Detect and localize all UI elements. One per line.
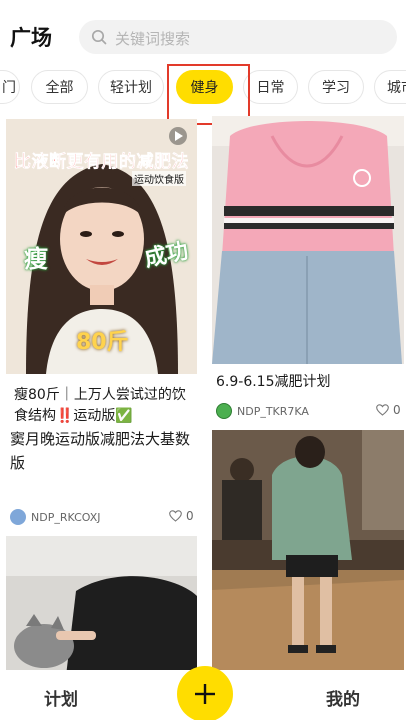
tab-label: 门 [2,80,16,96]
tab-label: 城市 [387,80,406,96]
avatar [216,403,232,419]
post-author[interactable]: NDP_TKR7KA [216,403,309,419]
post-title: 窦月晚运动版减肥法大基数版 [10,430,191,472]
image-left-word: 瘦 [24,245,48,273]
tab-label: 学习 [322,80,350,96]
post-title: 瘦80斤｜上万人尝试过的饮食结构‼️运动版✅ [14,387,186,424]
search-placeholder: 关键词搜索 [115,30,191,48]
tab-daily[interactable]: 日常 [243,70,298,104]
header: 广场 关键词搜索 [0,0,406,66]
post-photo [6,536,197,670]
post-author[interactable]: NDP_RKCOXJ [10,509,101,525]
image-headline: 比液断更有用的减肥法 [14,152,189,173]
post-title: 6.9-6.15减肥计划 [216,374,331,390]
image-bottom-word: 80斤 [76,330,129,355]
heart-icon [169,510,182,522]
post-card[interactable] [6,536,197,670]
page-title: 广场 [10,26,52,50]
image-tag: 运动饮食版 [132,171,186,186]
tab-label: 日常 [256,80,285,96]
tab-study[interactable]: 学习 [308,70,364,104]
like-count: 0 [393,403,401,417]
author-name: NDP_RKCOXJ [31,510,101,524]
post-feed: 比液断更有用的减肥法 运动饮食版 瘦 成功 80斤 瘦80斤｜上万人尝试过的饮食… [0,114,406,670]
post-card[interactable]: 6.9-6.15减肥计划 NDP_TKR7KA 0 [212,116,404,421]
tab-label: 全部 [45,80,74,96]
like-button[interactable]: 0 [376,403,401,417]
heart-icon [376,404,389,416]
tab-city[interactable]: 城市 [374,70,406,104]
post-card[interactable]: 窦月晚运动版减肥法大基数版 NDP_RKCOXJ 0 [6,427,197,537]
avatar [10,509,26,525]
tab-label: 轻计划 [110,80,152,96]
post-image: 比液断更有用的减肥法 运动饮食版 瘦 成功 80斤 [6,119,197,374]
search-bar[interactable]: 关键词搜索 [79,20,397,54]
nav-me[interactable]: 我的 [326,685,360,710]
square-page: 广场 关键词搜索 门 全部 轻计划 健身 日常 学习 城市 [0,0,406,720]
like-button[interactable]: 0 [169,509,194,523]
plus-icon [195,684,215,704]
tab-cut-off[interactable]: 门 [0,70,20,104]
tab-light-plan[interactable]: 轻计划 [98,70,164,104]
search-icon [91,29,107,45]
post-card[interactable] [212,430,404,670]
tab-all[interactable]: 全部 [31,70,88,104]
add-button[interactable] [177,666,233,720]
nav-plan[interactable]: 计划 [44,685,78,710]
author-name: NDP_TKR7KA [237,404,309,418]
post-photo [212,430,404,670]
like-count: 0 [186,509,194,523]
post-photo [212,116,404,364]
